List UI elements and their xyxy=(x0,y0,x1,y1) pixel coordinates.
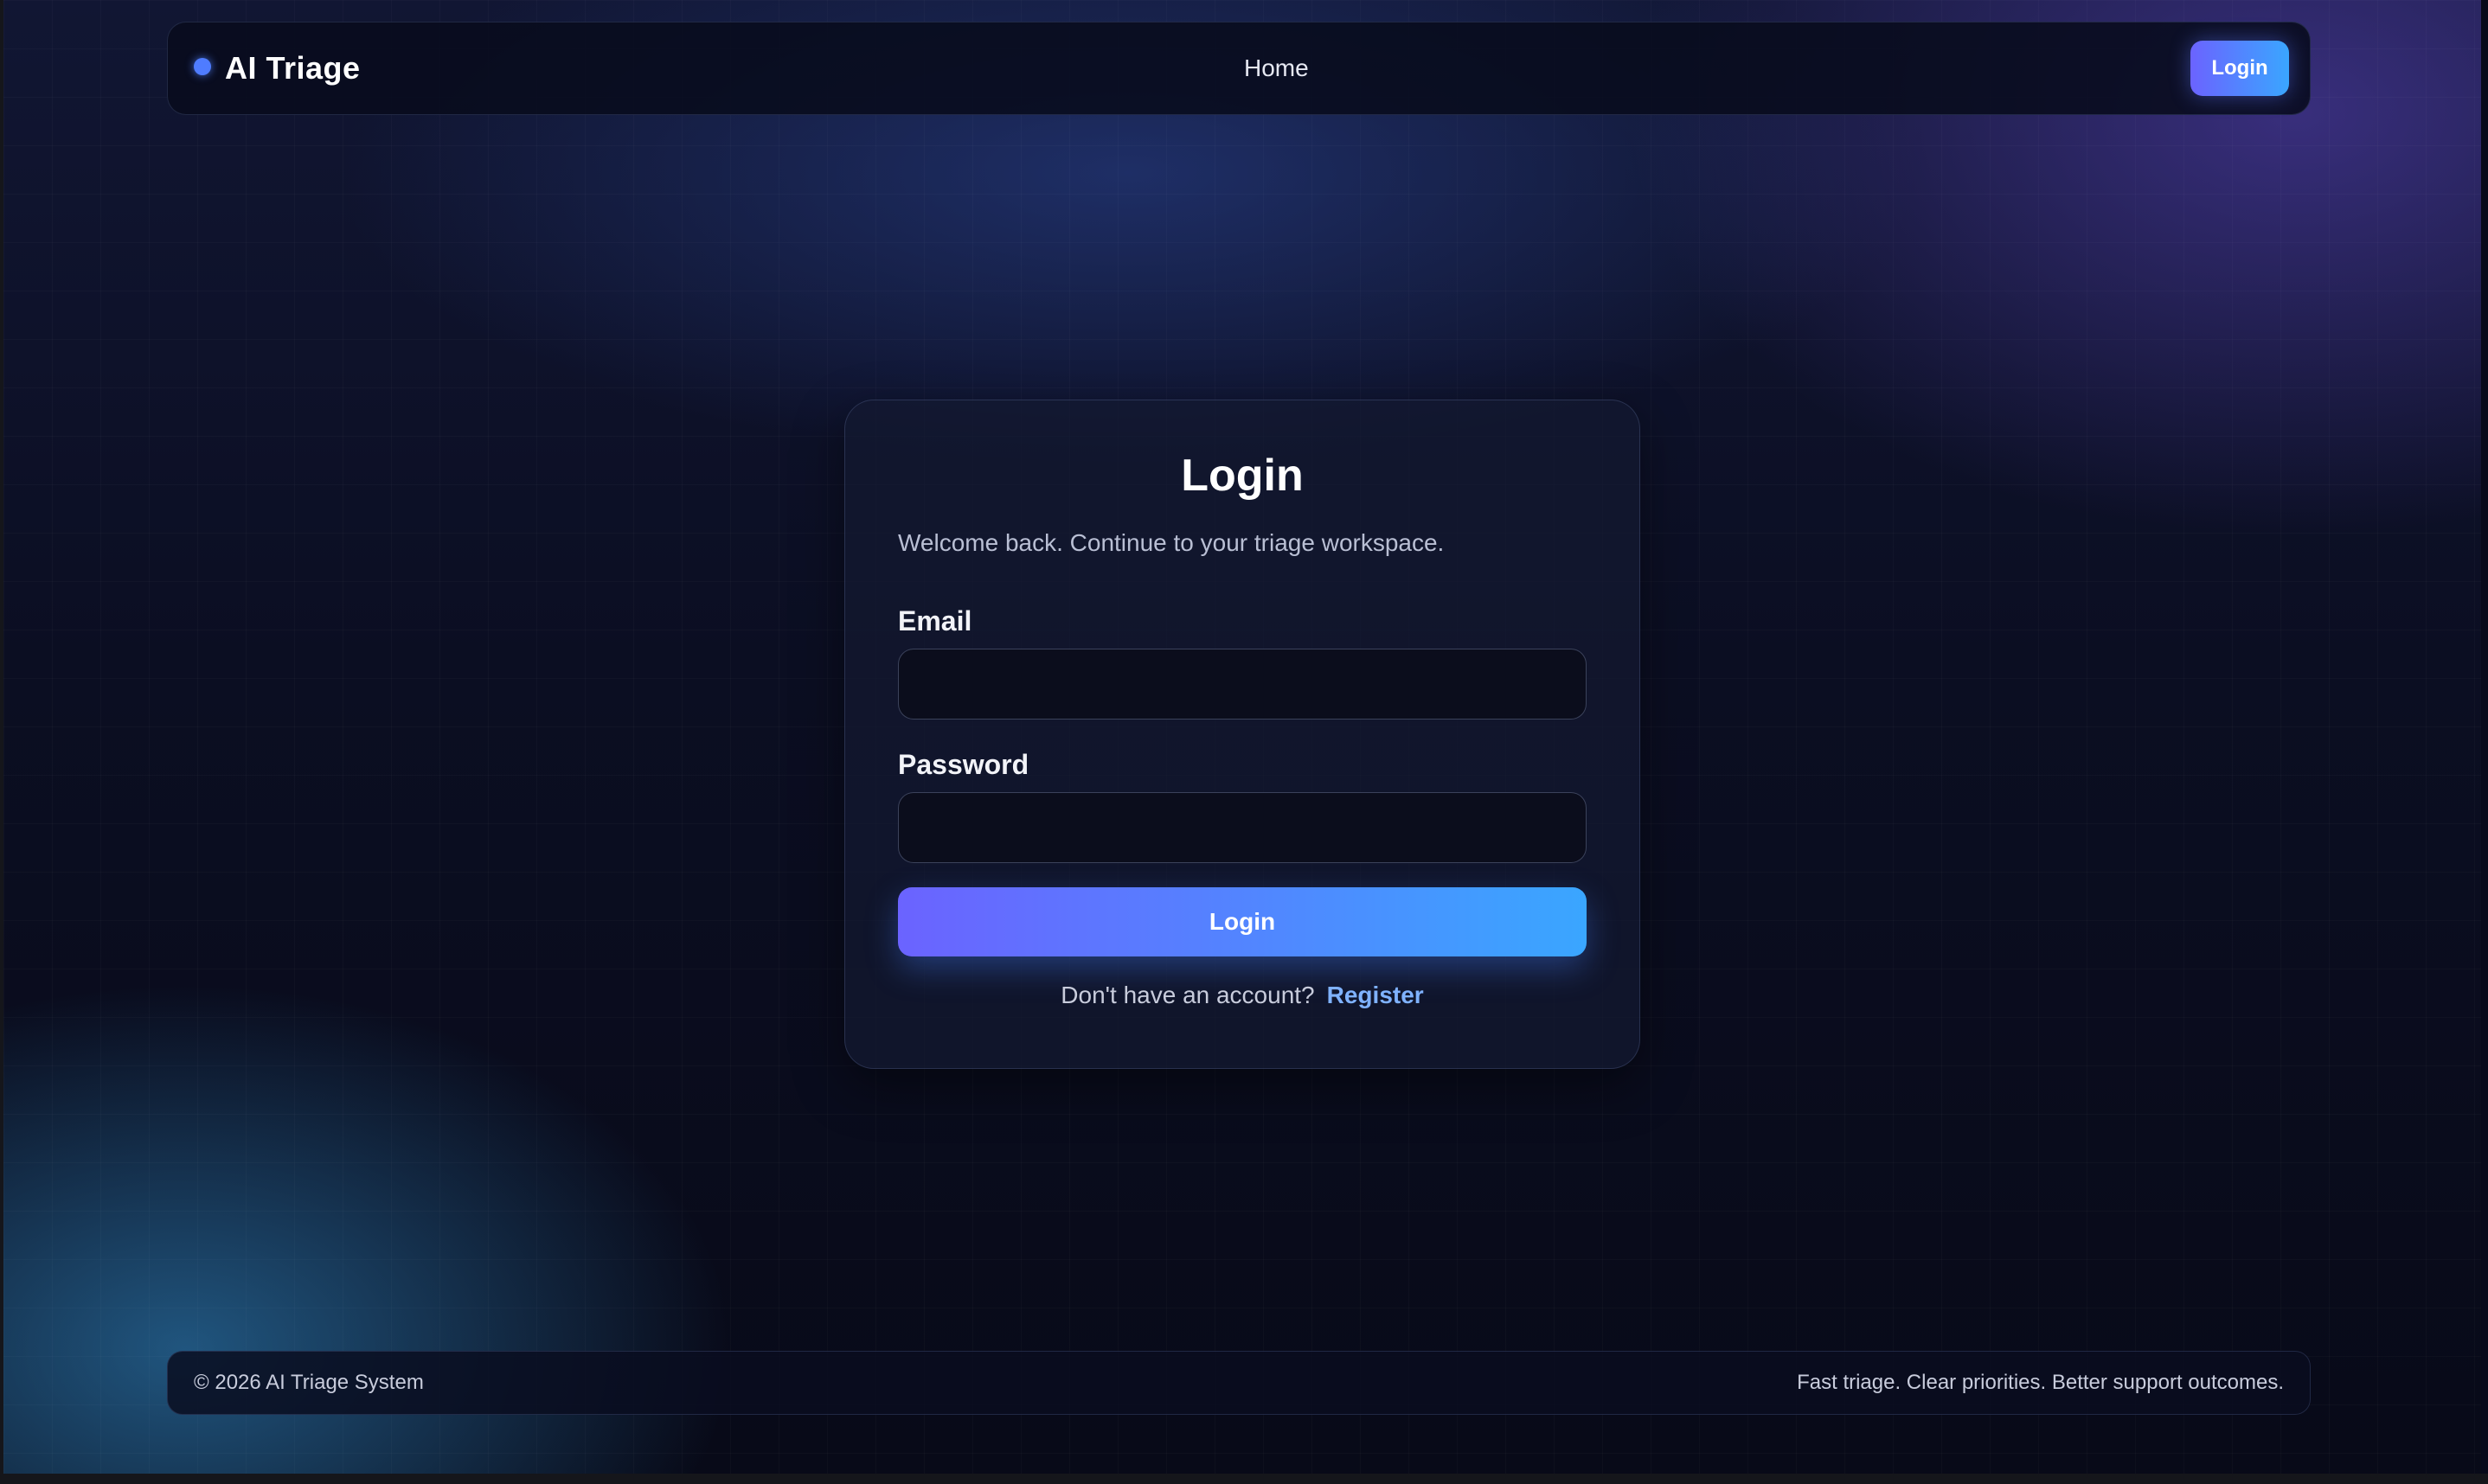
register-prompt-row: Don't have an account? Register xyxy=(844,982,1640,1009)
login-submit-button[interactable]: Login xyxy=(898,887,1587,956)
register-prompt-text: Don't have an account? xyxy=(1061,982,1315,1008)
nav-link-home[interactable]: Home xyxy=(1244,22,1309,114)
brand-name: AI Triage xyxy=(225,50,361,86)
register-link[interactable]: Register xyxy=(1327,982,1424,1008)
brand-logo[interactable]: AI Triage xyxy=(194,22,361,114)
dot-icon xyxy=(194,58,211,75)
window-edge-bottom xyxy=(0,1474,2488,1484)
footer-copyright: © 2026 AI Triage System xyxy=(194,1371,424,1394)
footer-tagline: Fast triage. Clear priorities. Better su… xyxy=(1797,1371,2284,1394)
nav-login-button[interactable]: Login xyxy=(2190,41,2289,96)
password-field[interactable] xyxy=(898,792,1587,863)
login-title: Login xyxy=(1181,451,1304,501)
page-footer: © 2026 AI Triage System Fast triage. Cle… xyxy=(167,1351,2311,1415)
login-subtitle: Welcome back. Continue to your triage wo… xyxy=(898,529,1445,556)
password-label: Password xyxy=(898,749,1029,780)
email-field[interactable] xyxy=(898,649,1587,720)
email-label: Email xyxy=(898,605,972,636)
top-navbar: AI Triage Home Login xyxy=(167,22,2311,115)
